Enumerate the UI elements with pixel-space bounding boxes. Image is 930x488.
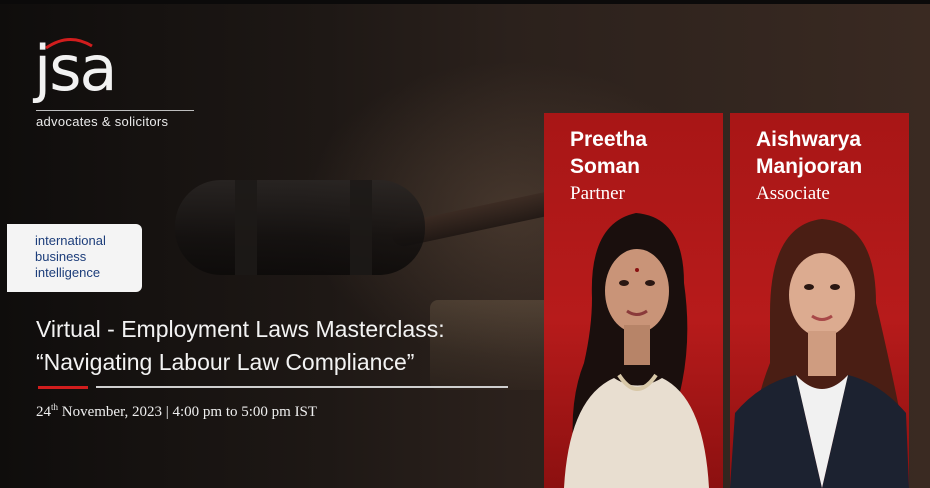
accent-rule-grey <box>96 386 508 388</box>
speaker-1-first-name: Preetha <box>570 128 648 151</box>
partner-logo-line: international <box>35 233 106 248</box>
speaker-card-1: Preetha Soman Partner <box>544 113 723 488</box>
date-day: 24 <box>36 404 51 420</box>
event-title-line2: “Navigating Labour Law Compliance” <box>36 349 415 375</box>
gavel-ring-left <box>235 180 257 275</box>
date-suffix: th <box>51 402 59 412</box>
top-border <box>0 0 930 4</box>
speaker-2-last-name: Manjooran <box>756 155 863 178</box>
partner-logo-line: intelligence <box>35 265 101 280</box>
speaker-1-last-name: Soman <box>570 155 641 178</box>
accent-rule-red <box>38 386 88 389</box>
event-title-line1: Virtual - Employment Laws Masterclass: <box>36 316 445 342</box>
gavel-illustration <box>175 180 425 275</box>
gavel-ring-right <box>350 180 372 275</box>
speaker-1-role: Partner <box>570 183 625 204</box>
logo-divider <box>36 110 194 111</box>
speaker-2-first-name: Aishwarya <box>756 128 862 151</box>
partner-logo-box: international business intelligence <box>7 224 142 292</box>
partner-logo-line: business <box>35 249 87 264</box>
date-rest: November, 2023 | 4:00 pm to 5:00 pm IST <box>58 404 318 420</box>
event-banner: jsa advocates & solicitors international… <box>0 0 930 488</box>
logo-mark: jsa <box>34 32 118 105</box>
logo-tagline: advocates & solicitors <box>36 114 169 129</box>
speaker-card-2: Aishwarya Manjooran Associate <box>730 113 909 488</box>
speaker-2-role: Associate <box>756 183 830 204</box>
event-date-time: 24th November, 2023 | 4:00 pm to 5:00 pm… <box>36 402 317 421</box>
